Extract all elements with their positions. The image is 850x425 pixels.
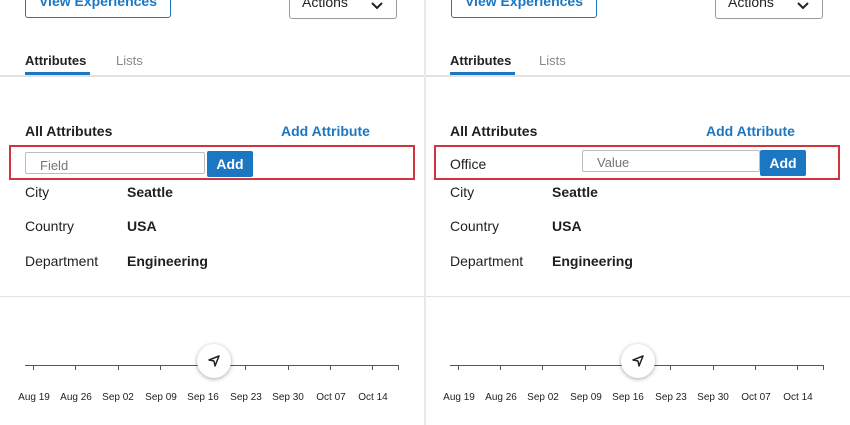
timeline-date-label: Sep 09 xyxy=(570,392,602,403)
timeline-tick xyxy=(755,365,756,370)
timeline-date-label: Sep 23 xyxy=(230,392,262,403)
timeline-date-label: Sep 30 xyxy=(697,392,729,403)
timeline-tick xyxy=(330,365,331,370)
attribute-value: Engineering xyxy=(552,253,633,269)
timeline-date-label: Aug 19 xyxy=(18,392,50,403)
attribute-label: Department xyxy=(450,253,524,269)
timeline-date-label: Sep 23 xyxy=(655,392,687,403)
timeline-tick xyxy=(458,365,459,370)
attribute-value: Seattle xyxy=(127,184,173,200)
chevron-down-icon xyxy=(797,2,809,10)
timeline-date-label: Sep 30 xyxy=(272,392,304,403)
timeline-date-label: Sep 02 xyxy=(527,392,559,403)
timeline-tick xyxy=(118,365,119,370)
attribute-label: Country xyxy=(25,218,75,234)
section-divider xyxy=(0,296,424,297)
add-button[interactable]: Add xyxy=(207,151,253,177)
attribute-value: Seattle xyxy=(552,184,598,200)
timeline-tick xyxy=(797,365,798,370)
timeline-date-label: Oct 14 xyxy=(358,392,388,403)
contact-panel-left: View Experiences Actions Attributes List… xyxy=(0,0,424,425)
timeline-tick xyxy=(585,365,586,370)
timeline-navigate-button[interactable] xyxy=(621,344,655,378)
timeline-tick xyxy=(288,365,289,370)
timeline-date-label: Aug 26 xyxy=(60,392,92,403)
view-experiences-button[interactable]: View Experiences xyxy=(25,0,171,18)
add-attribute-link[interactable]: Add Attribute xyxy=(281,123,370,139)
timeline-tick xyxy=(75,365,76,370)
timeline-tick xyxy=(823,365,824,370)
timeline-tick xyxy=(398,365,399,370)
tab-lists[interactable]: Lists xyxy=(539,53,566,68)
timeline-date-label: Sep 09 xyxy=(145,392,177,403)
timeline-navigate-button[interactable] xyxy=(197,344,231,378)
view-experiences-button[interactable]: View Experiences xyxy=(451,0,597,18)
navigation-arrow-icon xyxy=(208,355,220,367)
value-input[interactable] xyxy=(582,150,760,172)
timeline-date-label: Aug 26 xyxy=(485,392,517,403)
attribute-label: City xyxy=(450,184,475,200)
navigation-arrow-icon xyxy=(632,355,644,367)
timeline-tick xyxy=(33,365,34,370)
timeline-date-label: Oct 07 xyxy=(741,392,771,403)
section-divider xyxy=(426,296,850,297)
actions-label: Actions xyxy=(728,0,774,10)
tab-attributes[interactable]: Attributes xyxy=(25,53,86,68)
attribute-value: Engineering xyxy=(127,253,208,269)
timeline-date-label: Sep 16 xyxy=(187,392,219,403)
contact-panel-right: View Experiences Actions Attributes List… xyxy=(426,0,850,425)
timeline-date-label: Oct 14 xyxy=(783,392,813,403)
tabs-divider xyxy=(426,75,850,77)
timeline-date-label: Oct 07 xyxy=(316,392,346,403)
attribute-label: City xyxy=(25,184,50,200)
timeline-tick xyxy=(245,365,246,370)
timeline-tick xyxy=(372,365,373,370)
tab-lists[interactable]: Lists xyxy=(116,53,143,68)
timeline-date-label: Sep 02 xyxy=(102,392,134,403)
timeline-tick xyxy=(713,365,714,370)
timeline-date-label: Sep 16 xyxy=(612,392,644,403)
attribute-value: USA xyxy=(127,218,157,234)
timeline-tick xyxy=(500,365,501,370)
actions-dropdown[interactable]: Actions xyxy=(715,0,823,19)
chevron-down-icon xyxy=(371,2,383,10)
tabs-divider xyxy=(0,75,424,77)
actions-label: Actions xyxy=(302,0,348,10)
timeline-tick xyxy=(542,365,543,370)
attribute-label: Country xyxy=(450,218,500,234)
timeline-tick xyxy=(160,365,161,370)
section-title: All Attributes xyxy=(450,123,538,139)
timeline-date-label: Aug 19 xyxy=(443,392,475,403)
add-button[interactable]: Add xyxy=(760,150,806,176)
timeline-tick xyxy=(670,365,671,370)
new-attribute-name: Office xyxy=(450,156,487,172)
section-title: All Attributes xyxy=(25,123,113,139)
tab-attributes[interactable]: Attributes xyxy=(450,53,511,68)
add-attribute-link[interactable]: Add Attribute xyxy=(706,123,795,139)
attribute-label: Department xyxy=(25,253,99,269)
actions-dropdown[interactable]: Actions xyxy=(289,0,397,19)
field-input[interactable] xyxy=(25,152,205,174)
attribute-value: USA xyxy=(552,218,582,234)
